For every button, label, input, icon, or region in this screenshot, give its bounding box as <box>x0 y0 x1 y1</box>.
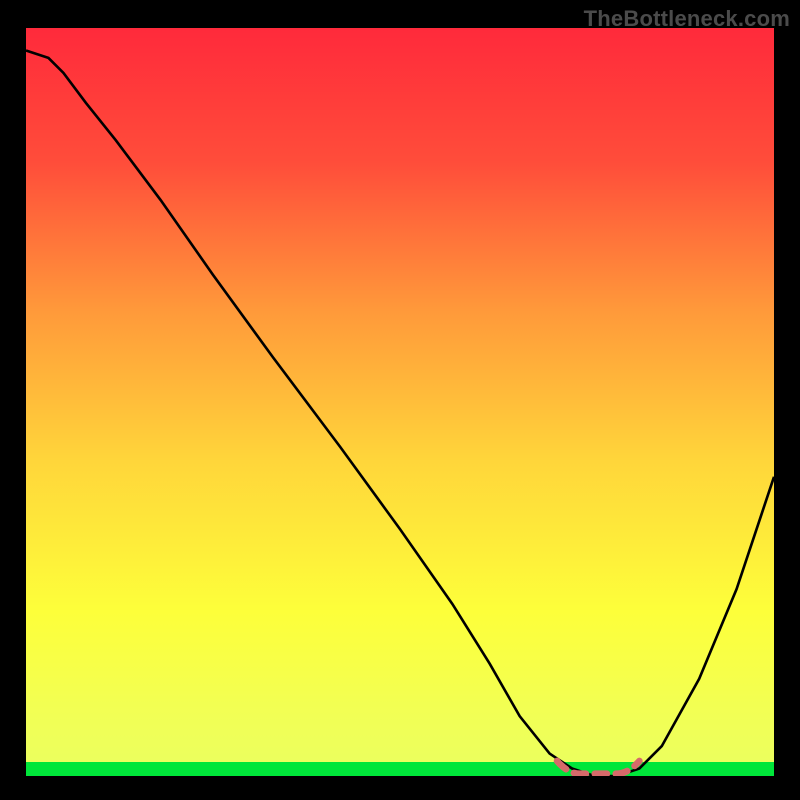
watermark-text: TheBottleneck.com <box>584 6 790 32</box>
optimal-zone-marker <box>26 28 774 776</box>
chart-frame: TheBottleneck.com <box>0 0 800 800</box>
